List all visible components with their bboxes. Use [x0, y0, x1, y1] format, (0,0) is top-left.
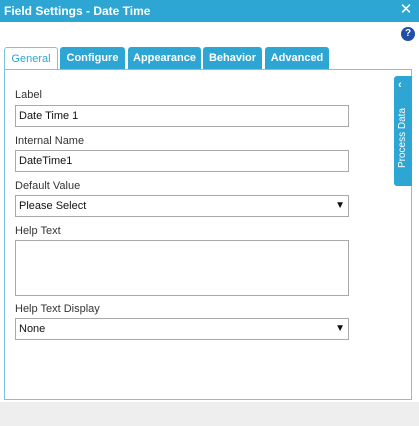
internal-name-input[interactable]: DateTime1	[15, 150, 349, 172]
help-text-display-select[interactable]: None ▼	[15, 318, 349, 340]
default-value-selected: Please Select	[19, 200, 87, 212]
internal-name-caption: Internal Name	[15, 135, 85, 147]
tab-general[interactable]: General	[4, 47, 58, 70]
default-value-caption: Default Value	[15, 180, 81, 192]
tab-appearance[interactable]: Appearance	[128, 47, 201, 69]
label-caption: Label	[15, 89, 42, 101]
dropdown-arrow-icon: ▼	[335, 323, 345, 334]
default-value-select[interactable]: Please Select ▼	[15, 195, 349, 217]
chevron-left-icon: ‹	[398, 79, 402, 91]
help-text-display-caption: Help Text Display	[15, 303, 100, 315]
help-text-textarea[interactable]	[15, 240, 349, 296]
title-bar: Field Settings - Date Time ✕	[0, 0, 419, 22]
dropdown-arrow-icon: ▼	[335, 200, 345, 211]
process-data-panel-toggle[interactable]: ‹ Process Data	[394, 76, 412, 186]
dialog-footer	[0, 402, 419, 426]
tab-advanced[interactable]: Advanced	[265, 47, 329, 69]
tab-configure[interactable]: Configure	[60, 47, 125, 69]
close-icon[interactable]: ✕	[399, 2, 413, 18]
label-input[interactable]: Date Time 1	[15, 105, 349, 127]
help-text-display-selected: None	[19, 323, 46, 335]
tab-behavior[interactable]: Behavior	[203, 47, 262, 69]
process-data-label: Process Data	[397, 107, 408, 168]
dialog-title: Field Settings - Date Time	[4, 4, 151, 18]
help-icon[interactable]: ?	[401, 27, 415, 41]
help-text-caption: Help Text	[15, 225, 61, 237]
